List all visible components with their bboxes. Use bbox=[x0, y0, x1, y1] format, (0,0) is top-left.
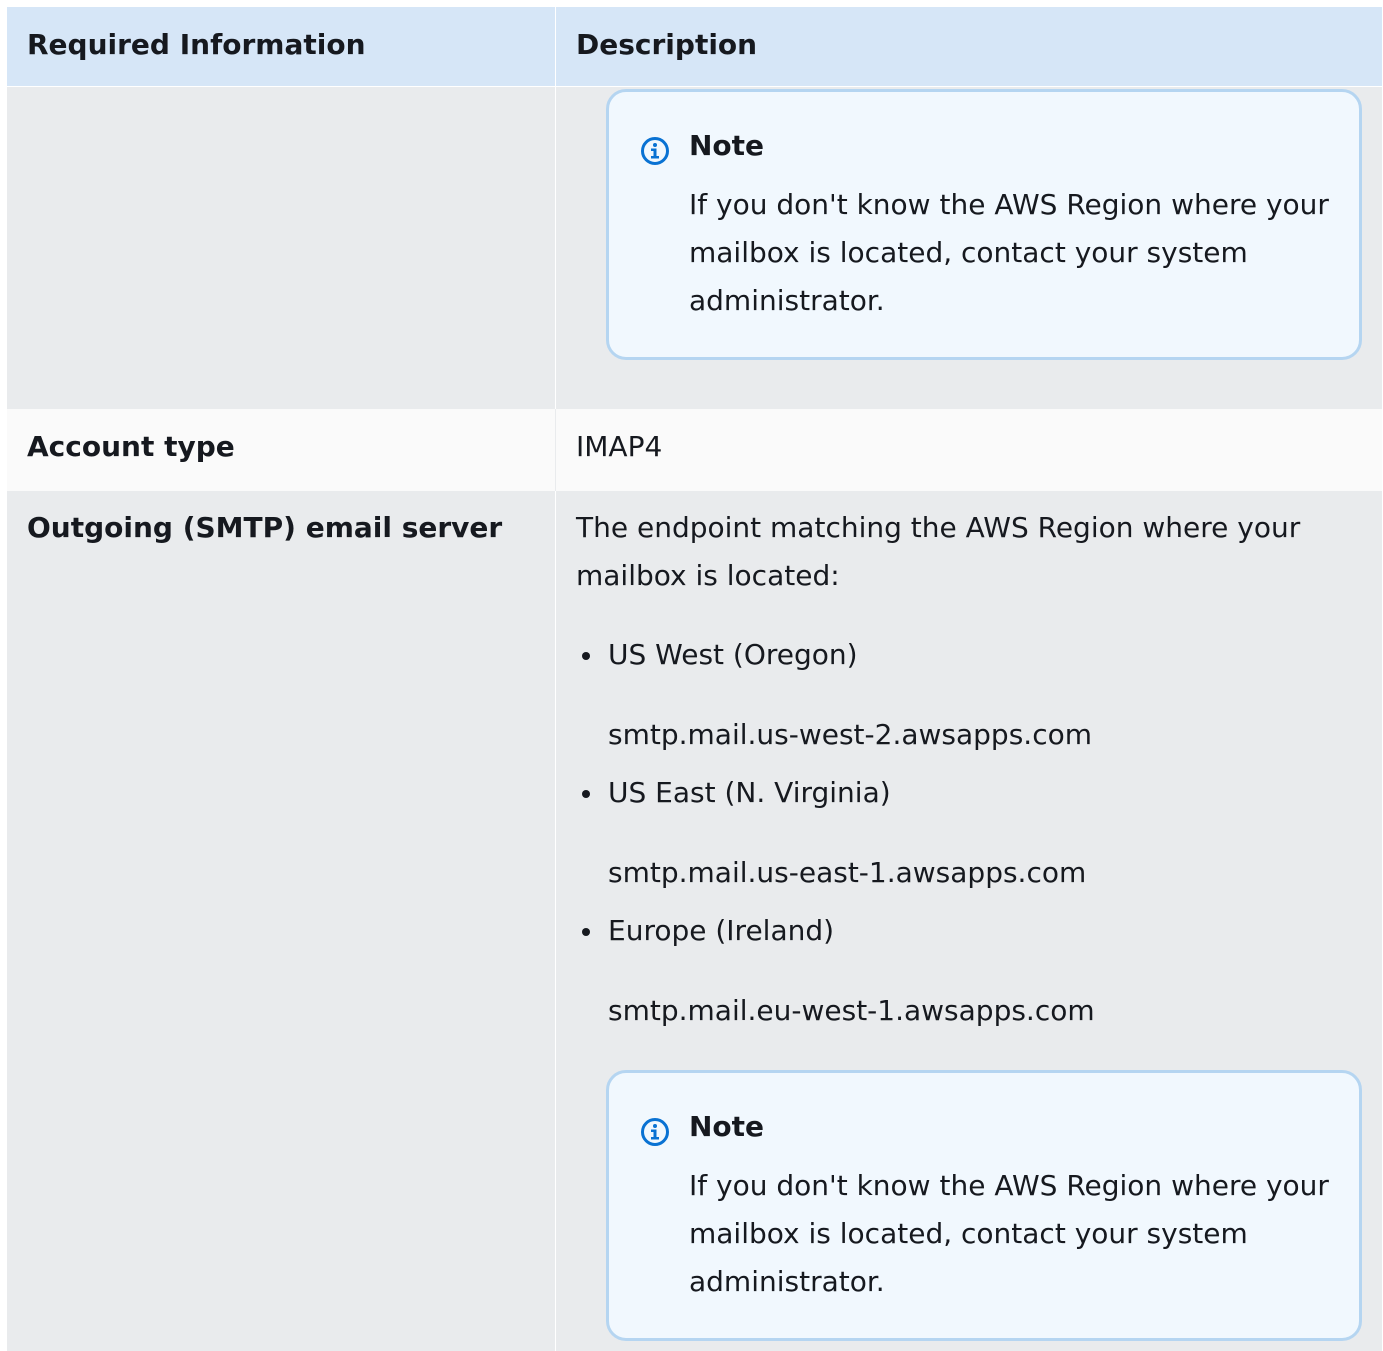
settings-table: Required Information Description Note If… bbox=[7, 7, 1382, 1351]
region-name: US West (Oregon) bbox=[608, 638, 858, 671]
account-type-value: IMAP4 bbox=[576, 430, 663, 463]
smtp-intro: The endpoint matching the AWS Region whe… bbox=[576, 511, 1301, 592]
header-description: Description bbox=[576, 28, 758, 61]
table-row: Note If you don't know the AWS Region wh… bbox=[7, 86, 1382, 409]
table-cell: Outgoing (SMTP) email server bbox=[7, 491, 556, 1351]
region-endpoint: smtp.mail.us-west-2.awsapps.com bbox=[608, 718, 1092, 751]
region-name: US East (N. Virginia) bbox=[608, 776, 891, 809]
table-cell: Note If you don't know the AWS Region wh… bbox=[556, 87, 1382, 409]
table-header: Required Information Description bbox=[7, 7, 1382, 86]
smtp-server-label: Outgoing (SMTP) email server bbox=[27, 511, 503, 544]
header-required-information: Required Information bbox=[7, 7, 556, 86]
account-type-label: Account type bbox=[7, 409, 556, 491]
info-circle-icon bbox=[641, 1118, 669, 1146]
note-callout: Note If you don't know the AWS Region wh… bbox=[606, 1070, 1362, 1341]
region-endpoint: smtp.mail.eu-west-1.awsapps.com bbox=[608, 994, 1095, 1027]
note-text: If you don't know the AWS Region where y… bbox=[689, 1169, 1329, 1298]
bullet-icon bbox=[582, 652, 590, 660]
region-name: Europe (Ireland) bbox=[608, 914, 835, 947]
region-endpoint: smtp.mail.us-east-1.awsapps.com bbox=[608, 856, 1087, 889]
table-row: Outgoing (SMTP) email server The endpoin… bbox=[7, 491, 1382, 1351]
info-circle-icon bbox=[641, 137, 669, 165]
bullet-icon bbox=[582, 790, 590, 798]
bullet-icon bbox=[582, 928, 590, 936]
note-text: If you don't know the AWS Region where y… bbox=[689, 188, 1329, 317]
note-title: Note bbox=[689, 129, 765, 162]
note-title: Note bbox=[689, 1110, 765, 1143]
table-cell: The endpoint matching the AWS Region whe… bbox=[556, 491, 1382, 1351]
table-row: Account type IMAP4 bbox=[7, 409, 1382, 491]
note-callout: Note If you don't know the AWS Region wh… bbox=[606, 89, 1362, 360]
table-cell bbox=[7, 87, 556, 409]
